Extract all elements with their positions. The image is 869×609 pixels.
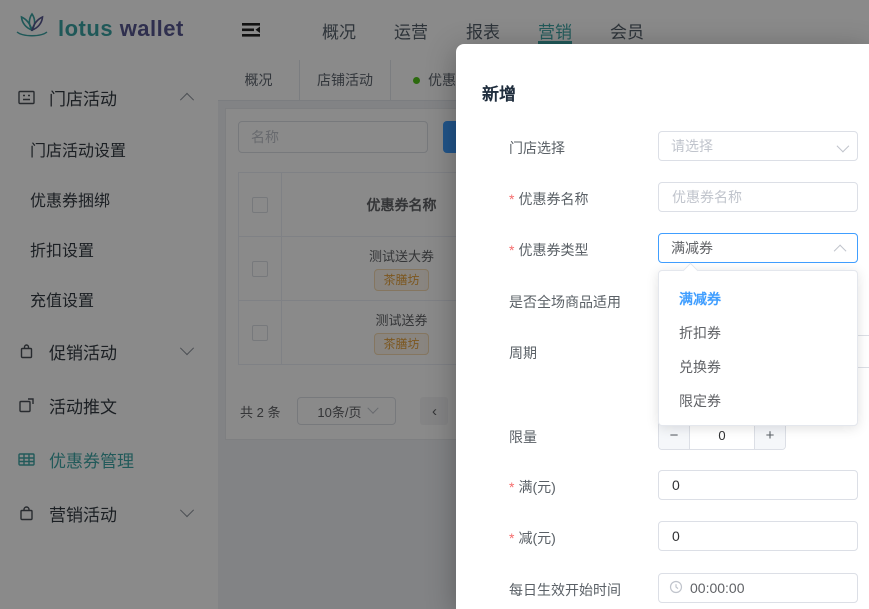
- field-label-full-amount: * 满(元): [509, 477, 556, 497]
- store-select[interactable]: 请选择: [658, 131, 858, 161]
- app-window: lotus wallet 概况 运营 报表 营销 会员: [0, 0, 869, 609]
- required-asterisk: *: [509, 530, 514, 546]
- dropdown-option-exchange[interactable]: 兑换券: [659, 350, 857, 384]
- clock-icon: [669, 580, 683, 597]
- field-label-coupon-name: * 优惠券名称: [509, 189, 588, 209]
- field-label-daily-start-time: 每日生效开始时间: [509, 580, 621, 600]
- field-label-cycle: 周期: [509, 343, 537, 363]
- coupon-type-select[interactable]: 满减券: [658, 233, 858, 263]
- dropdown-option-limited[interactable]: 限定券: [659, 384, 857, 418]
- full-amount-input[interactable]: [658, 470, 858, 500]
- daily-start-time-picker[interactable]: 00:00:00: [658, 573, 858, 603]
- field-label-reduce-amount: * 减(元): [509, 528, 556, 548]
- dropdown-option-discount[interactable]: 折扣券: [659, 316, 857, 350]
- chevron-up-icon: [834, 245, 847, 258]
- coupon-name-input[interactable]: [658, 182, 858, 212]
- field-label-coupon-type: * 优惠券类型: [509, 240, 588, 260]
- chevron-down-icon: [837, 140, 850, 153]
- dropdown-option-full-reduction[interactable]: 满减券: [659, 282, 857, 316]
- reduce-amount-input[interactable]: [658, 521, 858, 551]
- field-label-limit: 限量: [509, 427, 537, 447]
- modal-title: 新增: [482, 80, 516, 105]
- required-asterisk: *: [509, 479, 514, 495]
- coupon-type-dropdown: 满减券 折扣券 兑换券 限定券: [658, 270, 858, 426]
- required-asterisk: *: [509, 242, 514, 258]
- add-coupon-modal: 新增 门店选择 请选择 * 优惠券名称 * 优惠券类型 满减券 是否全场商品适用…: [456, 44, 869, 609]
- field-label-all-products: 是否全场商品适用: [509, 292, 621, 312]
- required-asterisk: *: [509, 191, 514, 207]
- field-label-store: 门店选择: [509, 138, 565, 158]
